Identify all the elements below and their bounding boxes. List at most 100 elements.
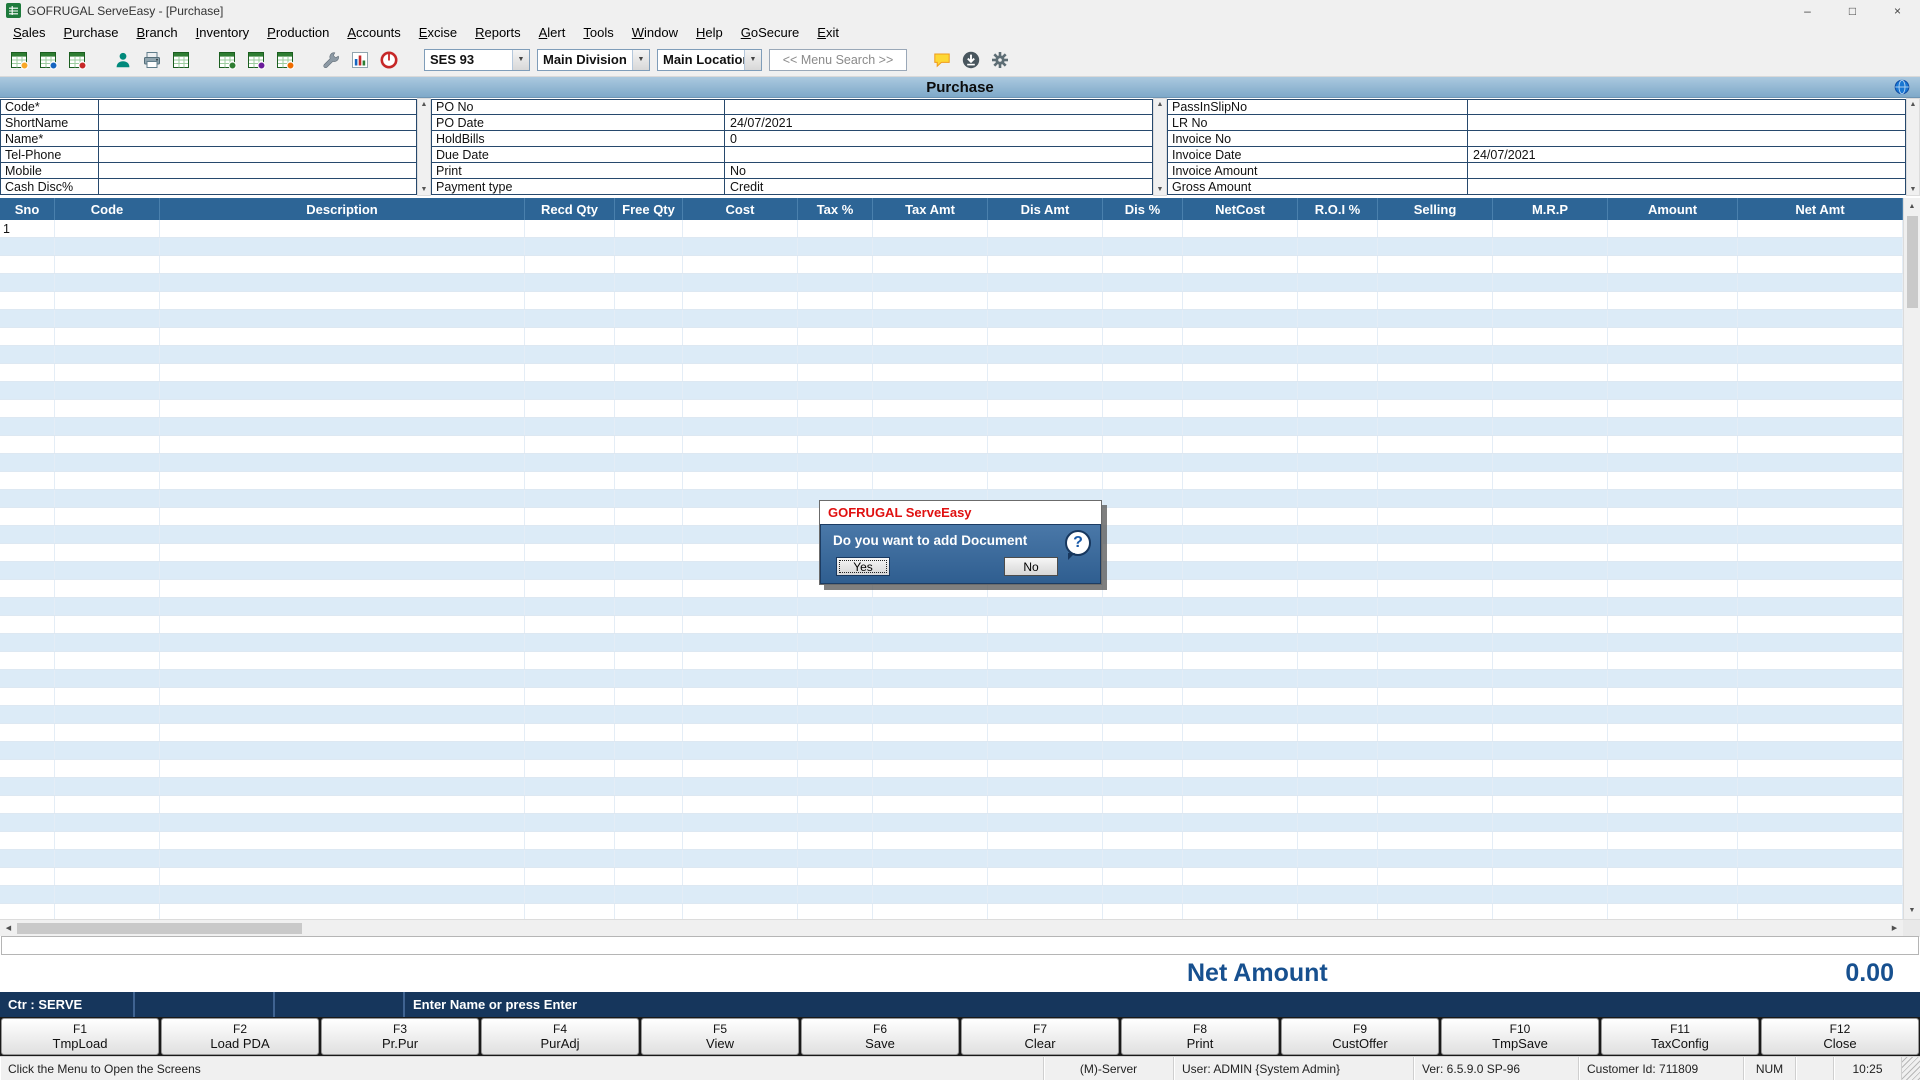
menu-item-window[interactable]: Window bbox=[623, 23, 687, 42]
field-invoice-amount[interactable] bbox=[1468, 163, 1906, 178]
fkey-taxconfig[interactable]: F11TaxConfig bbox=[1601, 1018, 1759, 1055]
fkey-tmpload[interactable]: F1TmpLoad bbox=[1, 1018, 159, 1055]
field-gross-amount[interactable] bbox=[1468, 179, 1906, 194]
column-header-selling[interactable]: Selling bbox=[1378, 198, 1493, 220]
maximize-button[interactable]: □ bbox=[1830, 0, 1875, 21]
dropdown-icon[interactable]: ▼ bbox=[744, 50, 761, 70]
column-header-cost[interactable]: Cost bbox=[683, 198, 798, 220]
feedback-chat-icon[interactable] bbox=[931, 49, 953, 71]
menu-item-production[interactable]: Production bbox=[258, 23, 338, 42]
power-off-icon[interactable] bbox=[378, 49, 400, 71]
form-scrollbar[interactable]: ▲ ▼ bbox=[417, 98, 431, 196]
menu-item-gosecure[interactable]: GoSecure bbox=[732, 23, 809, 42]
column-header-netcost[interactable]: NetCost bbox=[1183, 198, 1298, 220]
form-scrollbar[interactable]: ▲ ▼ bbox=[1153, 98, 1167, 196]
table-vscrollbar[interactable]: ▲ ▼ bbox=[1903, 198, 1920, 919]
terminal-select[interactable]: SES 93 ▼ bbox=[424, 49, 530, 71]
table-row[interactable] bbox=[0, 454, 1903, 472]
column-header-sno[interactable]: Sno bbox=[0, 198, 55, 220]
table-row[interactable] bbox=[0, 256, 1903, 274]
scroll-left-icon[interactable]: ◀ bbox=[0, 920, 17, 937]
column-header-recd-qty[interactable]: Recd Qty bbox=[525, 198, 615, 220]
table-row[interactable] bbox=[0, 436, 1903, 454]
column-header-code[interactable]: Code bbox=[55, 198, 160, 220]
print-icon[interactable] bbox=[141, 49, 163, 71]
fkey-load-pda[interactable]: F2Load PDA bbox=[161, 1018, 319, 1055]
menu-search-input[interactable] bbox=[769, 49, 907, 71]
scroll-up-icon[interactable]: ▲ bbox=[1904, 198, 1920, 215]
menu-item-purchase[interactable]: Purchase bbox=[55, 23, 128, 42]
menu-item-excise[interactable]: Excise bbox=[410, 23, 466, 42]
field-print[interactable]: No bbox=[725, 163, 1153, 178]
fkey-custoffer[interactable]: F9CustOffer bbox=[1281, 1018, 1439, 1055]
delete-entry-icon[interactable] bbox=[66, 49, 88, 71]
download-update-icon[interactable] bbox=[960, 49, 982, 71]
field-code[interactable] bbox=[99, 100, 417, 114]
table-row[interactable] bbox=[0, 310, 1903, 328]
scroll-right-icon[interactable]: ▶ bbox=[1886, 920, 1903, 937]
table-hscrollbar[interactable]: ◀ ▶ bbox=[0, 919, 1920, 936]
table-row[interactable] bbox=[0, 850, 1903, 868]
column-header-tax[interactable]: Tax % bbox=[798, 198, 873, 220]
table-row[interactable] bbox=[0, 274, 1903, 292]
table-row[interactable] bbox=[0, 616, 1903, 634]
tools-wrench-icon[interactable] bbox=[320, 49, 342, 71]
menu-item-help[interactable]: Help bbox=[687, 23, 732, 42]
fkey-clear[interactable]: F7Clear bbox=[961, 1018, 1119, 1055]
column-header-free-qty[interactable]: Free Qty bbox=[615, 198, 683, 220]
table-row[interactable] bbox=[0, 418, 1903, 436]
fkey-close[interactable]: F12Close bbox=[1761, 1018, 1919, 1055]
menu-item-alert[interactable]: Alert bbox=[530, 23, 575, 42]
table-row[interactable] bbox=[0, 346, 1903, 364]
menu-item-branch[interactable]: Branch bbox=[127, 23, 186, 42]
scrollbar-thumb[interactable] bbox=[1907, 216, 1918, 308]
menu-item-sales[interactable]: Sales bbox=[4, 23, 55, 42]
table-row[interactable]: 1 bbox=[0, 220, 1903, 238]
table-row[interactable] bbox=[0, 652, 1903, 670]
location-select[interactable]: Main Location ▼ bbox=[657, 49, 762, 71]
table-row[interactable] bbox=[0, 670, 1903, 688]
fkey-save[interactable]: F6Save bbox=[801, 1018, 959, 1055]
scroll-down-icon[interactable]: ▼ bbox=[1157, 186, 1164, 193]
table-row[interactable] bbox=[0, 742, 1903, 760]
field-due-date[interactable] bbox=[725, 147, 1153, 162]
scroll-up-icon[interactable]: ▲ bbox=[421, 101, 428, 108]
menu-item-tools[interactable]: Tools bbox=[574, 23, 622, 42]
scroll-up-icon[interactable]: ▲ bbox=[1157, 101, 1164, 108]
load-template-icon[interactable] bbox=[216, 49, 238, 71]
fkey-pr-pur[interactable]: F3Pr.Pur bbox=[321, 1018, 479, 1055]
table-row[interactable] bbox=[0, 238, 1903, 256]
remarks-strip[interactable] bbox=[1, 936, 1919, 955]
dropdown-icon[interactable]: ▼ bbox=[632, 50, 649, 70]
reports-chart-icon[interactable] bbox=[349, 49, 371, 71]
scrollbar-thumb[interactable] bbox=[17, 923, 302, 934]
fkey-puradj[interactable]: F4PurAdj bbox=[481, 1018, 639, 1055]
copy-document-icon[interactable] bbox=[170, 49, 192, 71]
export-document-icon[interactable] bbox=[274, 49, 296, 71]
yes-button[interactable]: Yes bbox=[836, 557, 890, 576]
scroll-down-icon[interactable]: ▼ bbox=[1904, 902, 1920, 919]
import-document-icon[interactable] bbox=[245, 49, 267, 71]
menu-item-reports[interactable]: Reports bbox=[466, 23, 530, 42]
field-cash-disc[interactable] bbox=[99, 179, 417, 194]
field-tel-phone[interactable] bbox=[99, 147, 417, 162]
table-row[interactable] bbox=[0, 778, 1903, 796]
column-header-tax-amt[interactable]: Tax Amt bbox=[873, 198, 988, 220]
table-row[interactable] bbox=[0, 814, 1903, 832]
minimize-button[interactable]: – bbox=[1785, 0, 1830, 21]
form-scrollbar[interactable]: ▲ ▼ bbox=[1906, 98, 1920, 196]
field-invoice-date[interactable]: 24/07/2021 bbox=[1468, 147, 1906, 162]
field-invoice-no[interactable] bbox=[1468, 131, 1906, 146]
table-row[interactable] bbox=[0, 832, 1903, 850]
table-row[interactable] bbox=[0, 904, 1903, 919]
no-button[interactable]: No bbox=[1004, 557, 1058, 576]
table-row[interactable] bbox=[0, 382, 1903, 400]
menu-item-inventory[interactable]: Inventory bbox=[187, 23, 259, 42]
scroll-down-icon[interactable]: ▼ bbox=[1910, 186, 1917, 193]
table-row[interactable] bbox=[0, 364, 1903, 382]
column-header-amount[interactable]: Amount bbox=[1608, 198, 1738, 220]
settings-gear-icon[interactable] bbox=[989, 49, 1011, 71]
column-header-dis[interactable]: Dis % bbox=[1103, 198, 1183, 220]
dropdown-icon[interactable]: ▼ bbox=[512, 50, 529, 70]
field-payment-type[interactable]: Credit bbox=[725, 179, 1153, 194]
